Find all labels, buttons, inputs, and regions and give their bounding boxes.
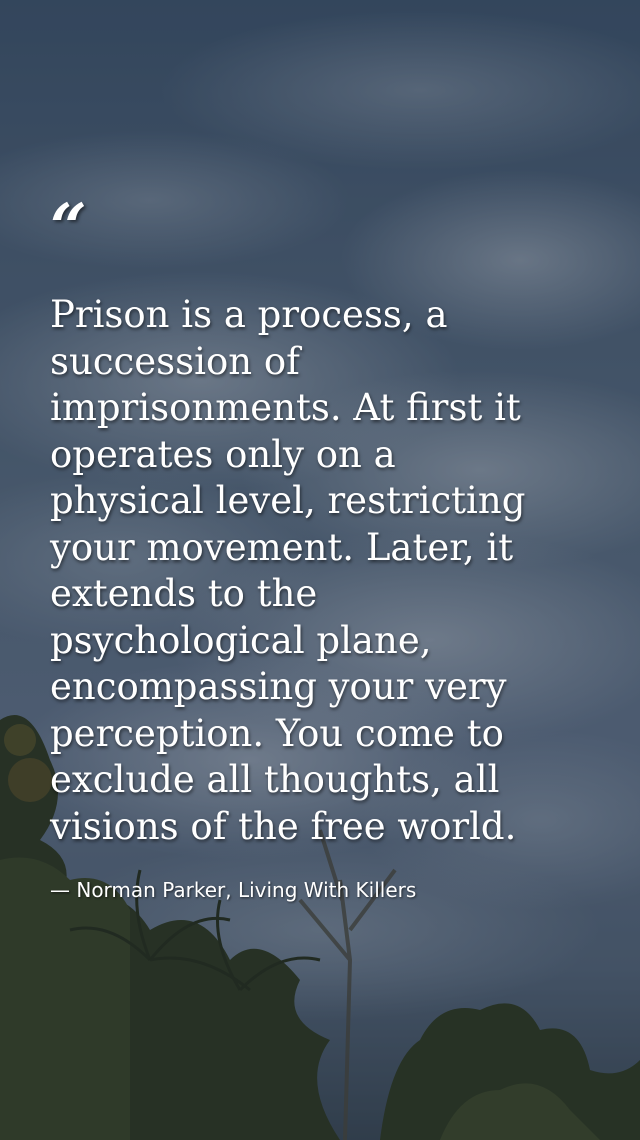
quote-line: your movement. Later, it [50, 525, 514, 569]
quote-line: imprisonments. At first it [50, 386, 521, 429]
quote-line: exclude all thoughts, all [50, 758, 500, 801]
quote-line: extends to the [50, 572, 318, 615]
quote-line: operates only on a [50, 432, 396, 476]
quote-line: perception. You come to [50, 711, 504, 755]
quote-attribution: — Norman Parker, Living With Killers [50, 878, 417, 902]
quote-line: Prison is a process, a [50, 293, 448, 336]
quote-line: physical level, restricting [50, 479, 526, 522]
quote-mark-icon: “ [50, 190, 87, 265]
quote-line: encompassing your very [50, 665, 507, 708]
quote-text: Prison is a process, a succession of imp… [50, 292, 610, 850]
quote-line: visions of the free world. [50, 804, 517, 848]
quote-line: succession of [50, 339, 300, 383]
quote-line: psychological plane, [50, 618, 432, 662]
